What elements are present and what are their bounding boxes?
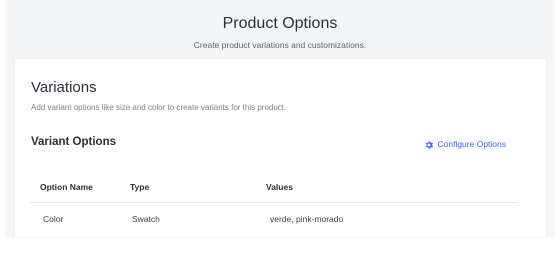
row-option-name: Color [43, 214, 64, 224]
page-subtitle: Create product variations and customizat… [193, 40, 367, 50]
variations-title: Variations [31, 79, 97, 96]
column-header-type: Type [130, 182, 150, 192]
table-header: Option Name Type Values [30, 174, 518, 203]
page-header: Product Options Create product variation… [0, 14, 560, 51]
table-row[interactable]: Color Swatch verde, pink-morado [30, 202, 518, 232]
row-values: verde, pink-morado [270, 214, 344, 224]
configure-options-link[interactable]: Configure Options [424, 139, 506, 150]
variations-card: Variations Add variant options like size… [15, 59, 546, 237]
gear-icon [426, 140, 434, 149]
column-header-option-name: Option Name [40, 182, 93, 192]
row-type: Swatch [132, 214, 160, 224]
page-title: Product Options [222, 15, 338, 32]
configure-options-label: Configure Options [437, 139, 506, 149]
variant-options-title: Variant Options [31, 136, 116, 148]
column-header-values: Values [266, 182, 293, 192]
variations-description: Add variant options like size and color … [31, 103, 287, 112]
